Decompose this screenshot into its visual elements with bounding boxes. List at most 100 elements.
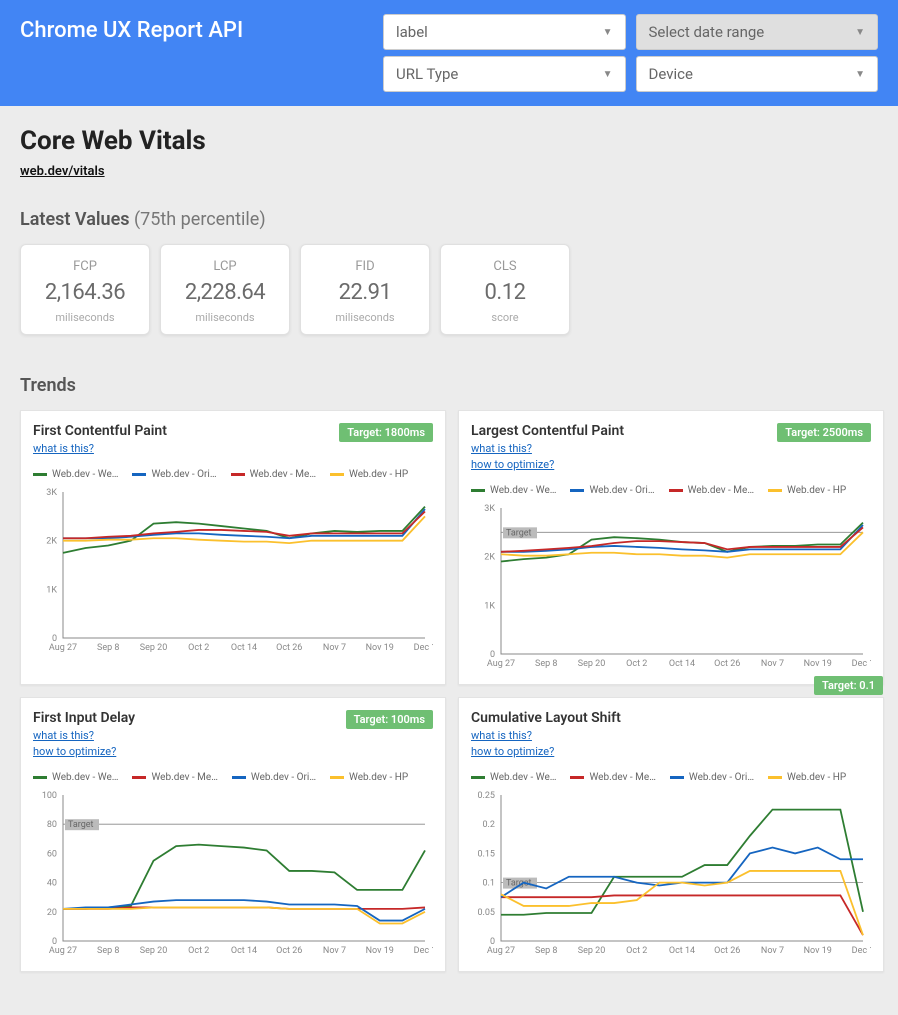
chevron-down-icon: ▼ xyxy=(603,27,613,38)
chart-link-what[interactable]: what is this? xyxy=(471,442,624,455)
svg-text:2K: 2K xyxy=(46,537,57,547)
legend-swatch xyxy=(132,473,146,476)
svg-text:Sep 8: Sep 8 xyxy=(535,946,557,956)
svg-text:Sep 8: Sep 8 xyxy=(97,643,119,653)
svg-text:Oct 14: Oct 14 xyxy=(669,659,695,669)
metric-card: LCP 2,228.64 miliseconds xyxy=(160,244,290,335)
legend-item: Web.dev - HP xyxy=(768,485,846,496)
chart-link-what[interactable]: what is this? xyxy=(33,442,167,455)
chart-panel-lcp: Largest Contentful Paint what is this?ho… xyxy=(458,410,884,685)
target-badge: Target: 0.1 xyxy=(814,676,883,695)
legend-swatch xyxy=(330,776,344,779)
chart-legend: Web.dev - We… Web.dev - Me… Web.dev - Ori…… xyxy=(33,772,433,783)
metric-card: CLS 0.12 score xyxy=(440,244,570,335)
target-badge: Target: 2500ms xyxy=(777,423,871,442)
svg-text:60: 60 xyxy=(47,849,57,859)
legend-item: Web.dev - HP xyxy=(330,469,408,480)
legend-item: Web.dev - We… xyxy=(33,469,118,480)
metric-unit: miliseconds xyxy=(311,311,419,324)
svg-text:Aug 27: Aug 27 xyxy=(49,643,77,653)
svg-text:Target: Target xyxy=(506,528,532,538)
svg-text:Oct 2: Oct 2 xyxy=(188,946,209,956)
svg-text:40: 40 xyxy=(47,879,57,889)
filter-url-type[interactable]: URL Type▼ xyxy=(383,56,626,92)
chart-title: Cumulative Layout Shift xyxy=(471,710,621,726)
chart-plot: 020406080100TargetAug 27Sep 8Sep 20Oct 2… xyxy=(33,789,433,959)
filter-label[interactable]: label▼ xyxy=(383,14,626,50)
legend-item: Web.dev - Ori… xyxy=(232,772,316,783)
legend-swatch xyxy=(471,776,485,779)
metric-unit: miliseconds xyxy=(171,311,279,324)
legend-swatch xyxy=(33,776,47,779)
chart-links: what is this? how to optimize? xyxy=(33,729,135,758)
svg-text:Sep 20: Sep 20 xyxy=(140,946,168,956)
legend-swatch xyxy=(33,473,47,476)
legend-item: Web.dev - Me… xyxy=(669,485,754,496)
metric-label: LCP xyxy=(171,259,279,274)
svg-text:Sep 8: Sep 8 xyxy=(97,946,119,956)
svg-text:Oct 14: Oct 14 xyxy=(231,643,257,653)
legend-swatch xyxy=(132,776,146,779)
legend-item: Web.dev - Ori… xyxy=(132,469,216,480)
svg-text:Oct 26: Oct 26 xyxy=(714,659,740,669)
legend-swatch xyxy=(670,776,684,779)
chart-links: what is this? xyxy=(33,442,167,455)
legend-swatch xyxy=(570,489,584,492)
svg-text:Dec 1: Dec 1 xyxy=(852,946,871,956)
svg-text:Oct 2: Oct 2 xyxy=(626,659,647,669)
metric-label: FCP xyxy=(31,259,139,274)
metric-card: FID 22.91 miliseconds xyxy=(300,244,430,335)
legend-item: Web.dev - Me… xyxy=(570,772,655,783)
svg-text:Sep 20: Sep 20 xyxy=(140,643,168,653)
svg-text:Nov 7: Nov 7 xyxy=(761,659,784,669)
series-line xyxy=(501,810,863,915)
metric-unit: miliseconds xyxy=(31,311,139,324)
chart-link-what[interactable]: what is this? xyxy=(33,729,135,742)
series-line xyxy=(63,516,425,543)
chart-title: First Input Delay xyxy=(33,710,135,726)
legend-swatch xyxy=(232,776,246,779)
legend-item: Web.dev - We… xyxy=(33,772,118,783)
svg-text:1K: 1K xyxy=(484,601,495,611)
svg-text:Nov 19: Nov 19 xyxy=(366,643,394,653)
target-badge: Target: 100ms xyxy=(346,710,433,729)
metric-label: CLS xyxy=(451,259,559,274)
series-line xyxy=(63,511,425,538)
vitals-link[interactable]: web.dev/vitals xyxy=(20,164,105,179)
svg-text:Nov 19: Nov 19 xyxy=(366,946,394,956)
series-line xyxy=(501,871,863,935)
metric-card: FCP 2,164.36 miliseconds xyxy=(20,244,150,335)
filter-date-range[interactable]: Select date range▼ xyxy=(636,14,879,50)
svg-text:Oct 14: Oct 14 xyxy=(231,946,257,956)
chart-link-optimize[interactable]: how to optimize? xyxy=(33,745,135,758)
app-header: Chrome UX Report API label▼ Select date … xyxy=(0,0,898,106)
svg-text:Oct 26: Oct 26 xyxy=(276,643,302,653)
svg-text:Sep 8: Sep 8 xyxy=(535,659,557,669)
metric-cards: FCP 2,164.36 milisecondsLCP 2,228.64 mil… xyxy=(20,244,878,335)
legend-swatch xyxy=(231,473,245,476)
legend-swatch xyxy=(768,776,782,779)
legend-item: Web.dev - We… xyxy=(471,772,556,783)
trends-title: Trends xyxy=(20,375,878,396)
svg-text:0.2: 0.2 xyxy=(483,820,496,830)
chart-panel-cls: Cumulative Layout Shift what is this? how… xyxy=(458,697,884,972)
chart-legend: Web.dev - We…Web.dev - Me…Web.dev - Ori…… xyxy=(471,772,871,783)
legend-swatch xyxy=(570,776,584,779)
latest-values-title: Latest Values (75th percentile) xyxy=(20,209,878,230)
page-title: Core Web Vitals xyxy=(20,126,878,156)
app-title: Chrome UX Report API xyxy=(20,14,363,43)
filter-device[interactable]: Device▼ xyxy=(636,56,879,92)
chart-link-optimize[interactable]: how to optimize? xyxy=(471,745,621,758)
svg-text:Sep 20: Sep 20 xyxy=(578,946,606,956)
legend-item: Web.dev - Ori… xyxy=(570,485,654,496)
series-line xyxy=(501,848,863,898)
svg-text:Target: Target xyxy=(68,820,94,830)
chart-plot: 01K2K3KAug 27Sep 8Sep 20Oct 2Oct 14Oct 2… xyxy=(33,486,433,656)
chart-link-optimize[interactable]: how to optimize? xyxy=(471,458,624,471)
chart-link-what[interactable]: what is this? xyxy=(471,729,621,742)
legend-item: Web.dev - Me… xyxy=(132,772,217,783)
legend-item: Web.dev - HP xyxy=(768,772,846,783)
metric-unit: score xyxy=(451,311,559,324)
svg-text:0.1: 0.1 xyxy=(483,879,496,889)
svg-text:3K: 3K xyxy=(46,488,57,498)
